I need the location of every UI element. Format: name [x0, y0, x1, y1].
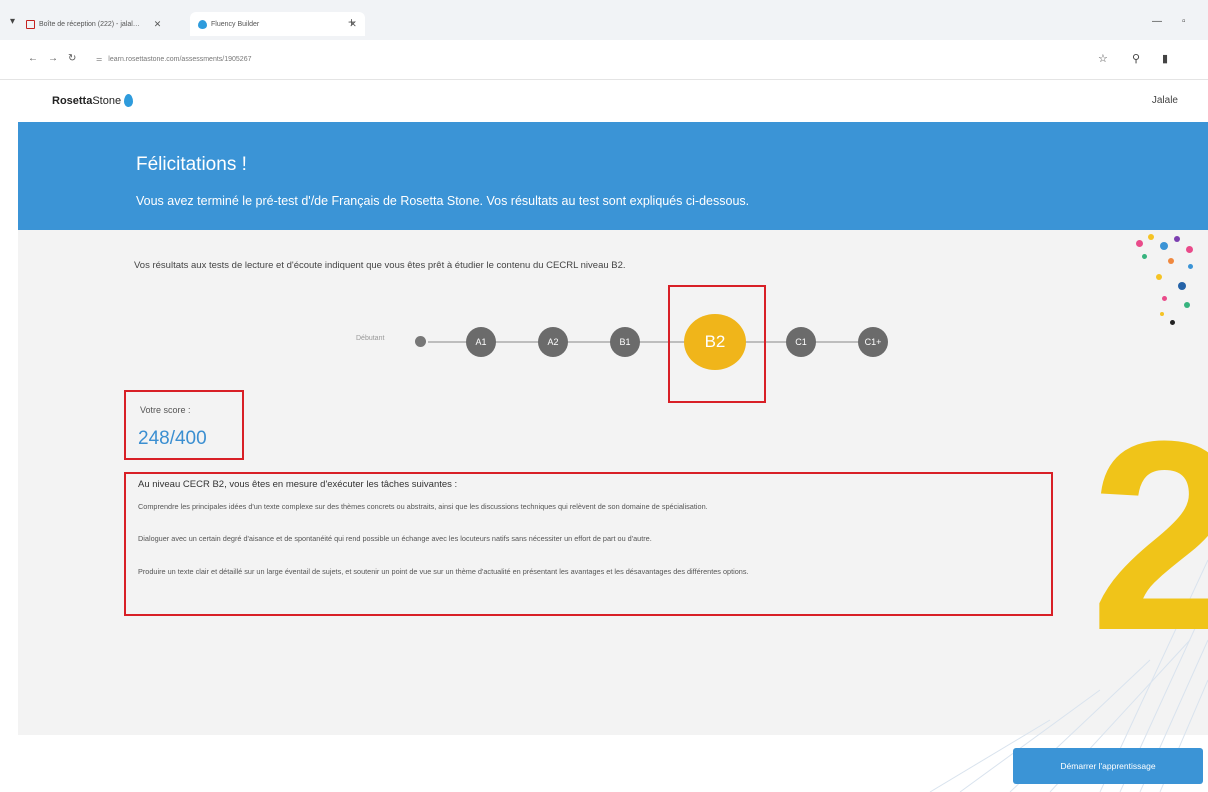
annotation-number: 2 — [1090, 386, 1208, 687]
decorative-lines — [929, 559, 1208, 792]
start-learning-button[interactable]: Démarrer l'apprentissage — [1013, 748, 1203, 784]
